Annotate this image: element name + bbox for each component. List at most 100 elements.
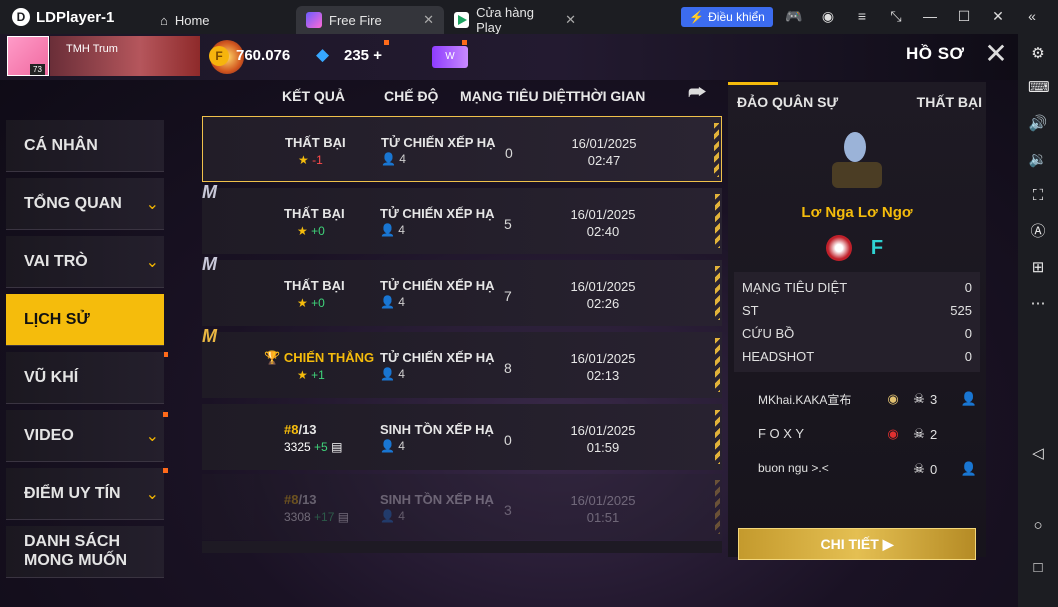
game-top-bar: 73 TMH Trum F 760.076 ◆ 235 + W HỒ SƠ ✕ [0, 34, 1018, 80]
rank-mark-icon: M [202, 326, 217, 346]
chevron-down-icon: ⌄ [145, 486, 159, 503]
back-icon[interactable]: ◁ [1028, 444, 1048, 464]
star-icon: ★ [297, 224, 308, 238]
row-stripe [714, 123, 719, 177]
tab-play-store[interactable]: Cửa hàng Play ✕ [444, 5, 586, 35]
game-screen: 73 TMH Trum F 760.076 ◆ 235 + W HỒ SƠ ✕ … [0, 34, 1018, 607]
chevron-down-icon: ⌄ [145, 428, 159, 445]
teammate-name: F O X Y [758, 426, 804, 441]
person-icon: 👤 [380, 223, 395, 237]
panel-accent [728, 82, 778, 85]
close-window-icon[interactable]: ✕ [989, 8, 1007, 25]
list-icon: ▤ [337, 510, 350, 524]
player-tag: TMH [66, 43, 90, 55]
rank-mark-icon: M [202, 182, 217, 202]
maximize-icon[interactable]: ☐ [955, 8, 973, 25]
skull-icon: ☠ [913, 461, 925, 476]
menu-item-reputation[interactable]: ĐIỂM UY TÍN ⌄ [6, 468, 164, 520]
match-row[interactable]: #8/13 3325 +5 ▤ SINH TỒN XẾP HẠ 👤 4 0 16… [202, 404, 722, 470]
volume-down-icon[interactable]: 🔉 [1028, 150, 1048, 170]
window-controls: 🎮 ◉ ≡ ⤡ — ☐ ✕ « [785, 8, 1041, 25]
recent-apps-icon[interactable]: □ [1028, 558, 1048, 578]
notification-dot [384, 40, 389, 45]
skull-icon: ☠ [913, 391, 925, 406]
match-detail-panel: ĐẢO QUÂN SỰ THẤT BẠI Lơ Nga Lơ Ngơ F MẠN… [728, 82, 986, 560]
star-icon: ★ [297, 296, 308, 310]
ldplayer-logo-icon: D [12, 8, 30, 26]
close-icon[interactable]: ✕ [982, 40, 1010, 68]
badge-icon: ◉ [887, 391, 899, 406]
clan-emblem-icon: F [870, 237, 884, 259]
row-stripe [715, 266, 720, 320]
more-icon[interactable]: ⋯ [1028, 294, 1048, 314]
menu-item-history[interactable]: LỊCH SỬ [6, 294, 164, 346]
app-name: LDPlayer-1 [36, 8, 115, 26]
header-time: THỜI GIAN [572, 88, 646, 104]
gold-coin-icon: F [209, 46, 229, 66]
menu-item-personal[interactable]: CÁ NHÂN [6, 120, 164, 172]
character-avatar [826, 132, 886, 190]
notification-dot [163, 468, 168, 473]
apk-icon[interactable]: Ⓐ [1028, 222, 1048, 242]
map-name: ĐẢO QUÂN SỰ [737, 94, 839, 110]
match-row[interactable]: M THẤT BẠI ★ +0 TỬ CHIẾN XẾP HẠ 👤 4 5 16… [202, 182, 722, 254]
rank-mark-icon: M [202, 254, 217, 274]
badge-icon: ◉ [887, 426, 899, 441]
minimize-icon[interactable]: — [921, 8, 939, 25]
guild-emblem-icon [826, 235, 852, 261]
close-tab-icon[interactable]: ✕ [423, 12, 434, 28]
teammates-list: MKhai.KAKA宣布 ◉ ☠ 3 👤 F O X Y ◉ ☠ 2 buon … [758, 391, 978, 477]
tab-home[interactable]: ⌂ Home [150, 6, 296, 34]
settings-icon[interactable]: ⚙ [1028, 44, 1048, 64]
tab-free-fire[interactable]: Free Fire ✕ [296, 6, 444, 34]
expand-icon[interactable]: « [1023, 8, 1041, 25]
play-arrow-icon: ▶ [882, 536, 894, 552]
person-icon: 👤 [380, 367, 395, 381]
match-row[interactable]: #8/13 3308 +17 ▤ SINH TỒN XẾP HẠ 👤 4 3 1… [202, 474, 722, 540]
share-icon[interactable]: ⮫ [688, 82, 714, 104]
menu-item-wishlist[interactable]: DANH SÁCH MONG MUỐN [6, 526, 164, 578]
add-friend-icon[interactable]: 👤 [960, 391, 978, 407]
menu-icon[interactable]: ≡ [853, 8, 871, 25]
trophy-icon: 🏆 [264, 350, 281, 365]
diamond-value[interactable]: 235 + [344, 47, 382, 64]
teammate-name: MKhai.KAKA宣布 [758, 393, 852, 407]
menu-item-overview[interactable]: TỔNG QUAN ⌄ [6, 178, 164, 230]
resize-icon[interactable]: ⤡ [887, 8, 905, 25]
match-row[interactable]: THẤT BẠI ★ -1 TỬ CHIẾN XẾP HẠ 👤 4 0 16/0… [202, 116, 722, 182]
gamepad-icon[interactable]: 🎮 [785, 8, 803, 25]
match-result: THẤT BẠI [916, 94, 982, 110]
menu-item-role[interactable]: VAI TRÒ ⌄ [6, 236, 164, 288]
row-stripe [715, 410, 720, 464]
player-banner[interactable]: TMH Trum [50, 36, 244, 76]
wheel-event-icon[interactable]: W [432, 46, 468, 68]
account-icon[interactable]: ◉ [819, 8, 837, 25]
keyboard-icon[interactable]: ⌨ [1028, 78, 1050, 98]
notification-dot [163, 412, 168, 417]
star-icon: ★ [297, 368, 308, 382]
player-name: Lơ Nga Lơ Ngơ [801, 204, 913, 221]
table-scrollbar[interactable] [202, 541, 722, 553]
person-icon: 👤 [380, 439, 395, 453]
person-icon: 👤 [380, 509, 395, 523]
screenshot-icon[interactable]: ⛶ [1028, 186, 1048, 206]
header-kills: MẠNG TIÊU DIỆT [460, 88, 575, 104]
skull-icon: ☠ [913, 426, 925, 441]
add-friend-icon[interactable]: 👤 [960, 461, 978, 477]
gold-value: 760.076 [236, 47, 291, 64]
add-app-icon[interactable]: ⊞ [1028, 258, 1048, 278]
control-button[interactable]: ⚡ Điều khiển [681, 7, 773, 27]
volume-up-icon[interactable]: 🔊 [1028, 114, 1048, 134]
close-tab-icon[interactable]: ✕ [565, 12, 576, 28]
menu-item-video[interactable]: VIDEO ⌄ [6, 410, 164, 462]
diamond-icon: ◆ [316, 45, 330, 64]
menu-item-weapons[interactable]: VŨ KHÍ [6, 352, 164, 404]
person-icon: 👤 [380, 295, 395, 309]
details-button[interactable]: CHI TIẾT ▶ [738, 528, 976, 560]
match-row[interactable]: M 🏆 CHIẾN THẮNG ★ +1 TỬ CHIẾN XẾP HẠ 👤 4… [202, 326, 722, 398]
tab-label: Cửa hàng Play [476, 5, 534, 35]
home-button-icon[interactable]: ○ [1028, 516, 1048, 536]
emulator-sidebar: ⚙ ⌨ 🔊 🔉 ⛶ Ⓐ ⊞ ⋯ ◁ ○ □ [1018, 34, 1058, 607]
match-row[interactable]: M THẤT BẠI ★ +0 TỬ CHIẾN XẾP HẠ 👤 4 7 16… [202, 254, 722, 326]
window-titlebar: D LDPlayer-1 ⌂ Home Free Fire ✕ Cửa hàng… [0, 0, 1058, 35]
